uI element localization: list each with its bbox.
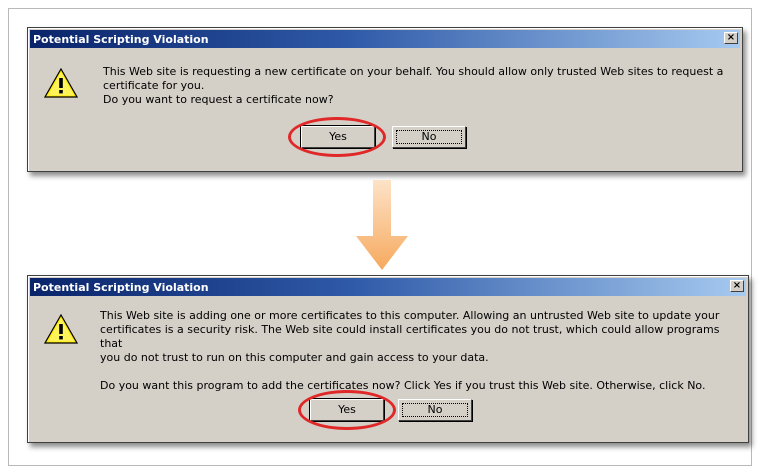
dialog-title: Potential Scripting Violation: [33, 32, 209, 46]
dialog-title: Potential Scripting Violation: [33, 280, 209, 294]
title-bar[interactable]: Potential Scripting Violation ×: [30, 30, 740, 48]
close-icon: ×: [726, 32, 736, 43]
scripting-violation-dialog-2: Potential Scripting Violation × This Web…: [27, 275, 749, 443]
yes-highlight-circle: [288, 117, 386, 157]
message-line: certificate for you.: [103, 79, 205, 92]
message-line: This Web site is requesting a new certif…: [103, 65, 724, 78]
message-line: This Web site is adding one or more cert…: [100, 309, 720, 322]
message-line: certificates is a security risk. The Web…: [100, 323, 720, 350]
down-arrow-icon: [356, 180, 408, 270]
no-button-label: No: [421, 130, 437, 143]
close-button[interactable]: ×: [724, 32, 738, 44]
no-button[interactable]: No: [398, 399, 472, 421]
scripting-violation-dialog-1: Potential Scripting Violation × This Web…: [27, 27, 743, 172]
close-button[interactable]: ×: [730, 280, 744, 292]
warning-icon: [44, 314, 78, 344]
no-button[interactable]: No: [392, 126, 466, 148]
yes-highlight-circle: [298, 390, 396, 430]
message-line: Do you want to request a certificate now…: [103, 93, 334, 106]
dialog-message: This Web site is requesting a new certif…: [103, 65, 733, 107]
no-button-label: No: [427, 403, 443, 416]
dialog-message: This Web site is adding one or more cert…: [100, 309, 742, 393]
message-line: Do you want this program to add the cert…: [100, 379, 706, 392]
warning-icon: [44, 68, 78, 98]
close-icon: ×: [732, 280, 742, 291]
message-line: you do not trust to run on this computer…: [100, 351, 489, 364]
title-bar[interactable]: Potential Scripting Violation ×: [30, 278, 746, 296]
